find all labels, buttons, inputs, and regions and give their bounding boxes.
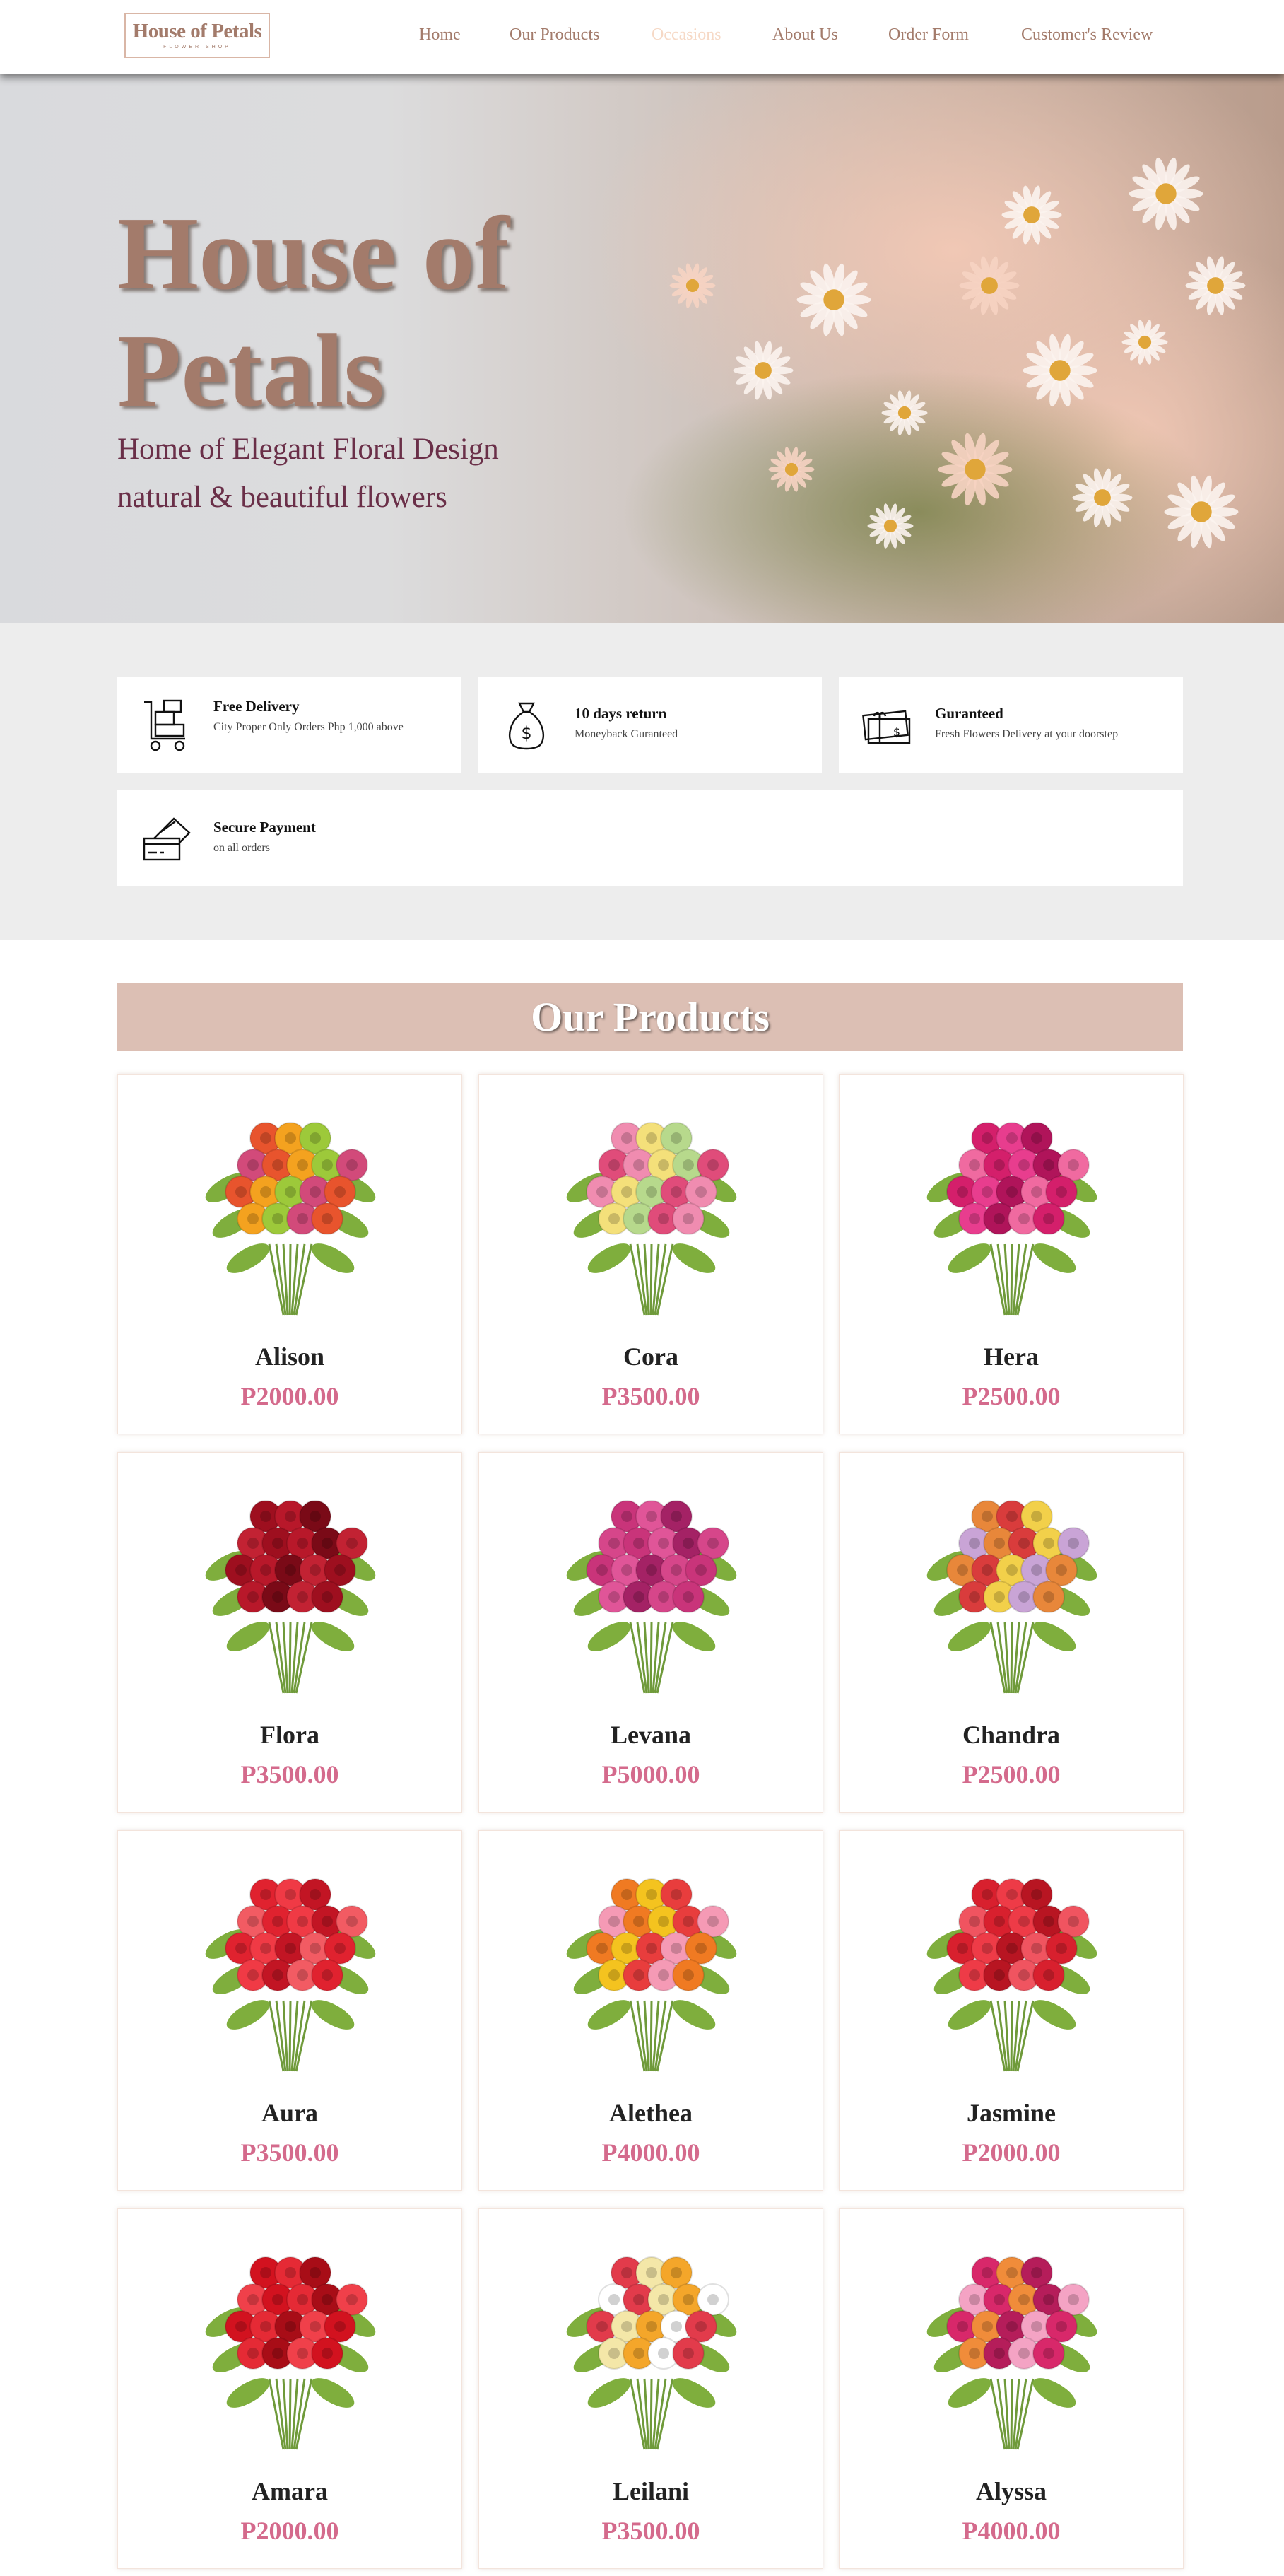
feature-desc: City Proper Only Orders Php 1,000 above bbox=[213, 721, 404, 733]
product-card[interactable]: Alison P2000.00 bbox=[117, 1074, 462, 1434]
feature-title: 10 days return bbox=[575, 705, 667, 722]
nav-customers-review[interactable]: Customer's Review bbox=[1021, 25, 1153, 45]
bouquet-image bbox=[205, 1500, 376, 1694]
svg-text:$: $ bbox=[521, 723, 531, 743]
nav-order-form[interactable]: Order Form bbox=[888, 25, 969, 45]
feature-title: Secure Payment bbox=[213, 819, 316, 836]
money-bag-icon: $ bbox=[509, 702, 544, 750]
product-price: P2500.00 bbox=[962, 1382, 1061, 1410]
bouquet-image bbox=[566, 1878, 737, 2072]
svg-text:$: $ bbox=[893, 725, 900, 739]
product-name: Leilani bbox=[612, 2477, 690, 2505]
bouquet-image bbox=[566, 2256, 737, 2450]
product-name: Alison bbox=[254, 1342, 325, 1371]
product-name: Hera bbox=[984, 1342, 1039, 1371]
feature-secure-payment: Secure Payment on all orders bbox=[117, 790, 1183, 886]
features-section: Free Delivery City Proper Only Orders Ph… bbox=[0, 623, 1284, 940]
delivery-cart-icon bbox=[144, 699, 185, 751]
feature-guaranteed: $ Guranteed Fresh Flowers Delivery at yo… bbox=[839, 677, 1183, 773]
product-price: P3500.00 bbox=[240, 1760, 339, 1788]
products-heading-banner: Our Products bbox=[117, 983, 1183, 1051]
product-price: P5000.00 bbox=[601, 1760, 700, 1788]
product-price: P4000.00 bbox=[601, 2138, 700, 2167]
product-price: P2500.00 bbox=[962, 1760, 1061, 1788]
product-price: P3500.00 bbox=[601, 1382, 700, 1410]
bouquet-image bbox=[205, 1122, 376, 1316]
bouquet-image bbox=[205, 1878, 376, 2072]
product-price: P4000.00 bbox=[962, 2517, 1061, 2545]
product-price: P3500.00 bbox=[601, 2517, 700, 2545]
product-card[interactable]: Alethea P4000.00 bbox=[478, 1830, 823, 2191]
product-price: P2000.00 bbox=[240, 2517, 339, 2545]
feature-return: $ 10 days return Moneyback Guranteed bbox=[478, 677, 822, 773]
product-name: Flora bbox=[260, 1721, 319, 1749]
bouquet-image bbox=[926, 1878, 1097, 2072]
product-price: P3500.00 bbox=[240, 2138, 339, 2167]
hero-subtitle: Home of Elegant Floral Design natural & … bbox=[117, 426, 499, 522]
bouquet-image bbox=[566, 1122, 737, 1316]
product-name: Aura bbox=[261, 2099, 318, 2127]
product-name: Levana bbox=[610, 1721, 691, 1749]
feature-desc: Fresh Flowers Delivery at your doorstep bbox=[935, 728, 1119, 740]
main-nav: Home Our Products Occasions About Us Ord… bbox=[0, 25, 1284, 48]
credit-card-icon bbox=[143, 817, 191, 861]
bouquet-image bbox=[926, 1122, 1097, 1316]
bouquet-image bbox=[566, 1500, 737, 1694]
nav-home[interactable]: Home bbox=[419, 25, 461, 45]
product-card[interactable]: Alyssa P4000.00 bbox=[839, 2208, 1184, 2569]
feature-title: Guranteed bbox=[935, 705, 1003, 722]
product-card[interactable]: Jasmine P2000.00 bbox=[839, 1830, 1184, 2191]
hero-title: House of Petals bbox=[117, 195, 510, 430]
bouquet-image bbox=[205, 2256, 376, 2450]
hero-banner: House of Petals Home of Elegant Floral D… bbox=[0, 74, 1284, 623]
nav-about-us[interactable]: About Us bbox=[772, 25, 838, 45]
nav-occasions[interactable]: Occasions bbox=[652, 25, 721, 45]
gift-card-icon: $ bbox=[862, 710, 911, 744]
product-card[interactable]: Levana P5000.00 bbox=[478, 1452, 823, 1813]
hero-title-line1: House of bbox=[117, 196, 510, 312]
product-price: P2000.00 bbox=[240, 1382, 339, 1410]
feature-title: Free Delivery bbox=[213, 698, 300, 715]
product-name: Alyssa bbox=[975, 2477, 1047, 2505]
product-name: Jasmine bbox=[967, 2099, 1056, 2127]
product-name: Amara bbox=[252, 2477, 328, 2505]
nav-our-products[interactable]: Our Products bbox=[510, 25, 599, 45]
hero-title-line2: Petals bbox=[117, 313, 385, 429]
bouquet-image bbox=[926, 2256, 1097, 2450]
hero-subtitle-line1: Home of Elegant Floral Design bbox=[117, 433, 499, 466]
product-card[interactable]: Cora P3500.00 bbox=[478, 1074, 823, 1434]
feature-desc: on all orders bbox=[213, 842, 270, 854]
feature-free-delivery: Free Delivery City Proper Only Orders Ph… bbox=[117, 677, 461, 773]
product-card[interactable]: Amara P2000.00 bbox=[117, 2208, 462, 2569]
products-heading: Our Products bbox=[531, 994, 770, 1040]
hero-subtitle-line2: natural & beautiful flowers bbox=[117, 481, 447, 514]
product-card[interactable]: Flora P3500.00 bbox=[117, 1452, 462, 1813]
product-name: Alethea bbox=[609, 2099, 693, 2127]
product-price: P2000.00 bbox=[962, 2138, 1061, 2167]
product-card[interactable]: Leilani P3500.00 bbox=[478, 2208, 823, 2569]
site-header: House of Petals FLOWER SHOP Home Our Pro… bbox=[0, 0, 1284, 74]
product-card[interactable]: Aura P3500.00 bbox=[117, 1830, 462, 2191]
product-name: Cora bbox=[623, 1342, 678, 1371]
product-name: Chandra bbox=[962, 1721, 1061, 1749]
bouquet-image bbox=[926, 1500, 1097, 1694]
product-card[interactable]: Hera P2500.00 bbox=[839, 1074, 1184, 1434]
product-card[interactable]: Chandra P2500.00 bbox=[839, 1452, 1184, 1813]
feature-desc: Moneyback Guranteed bbox=[575, 728, 678, 740]
